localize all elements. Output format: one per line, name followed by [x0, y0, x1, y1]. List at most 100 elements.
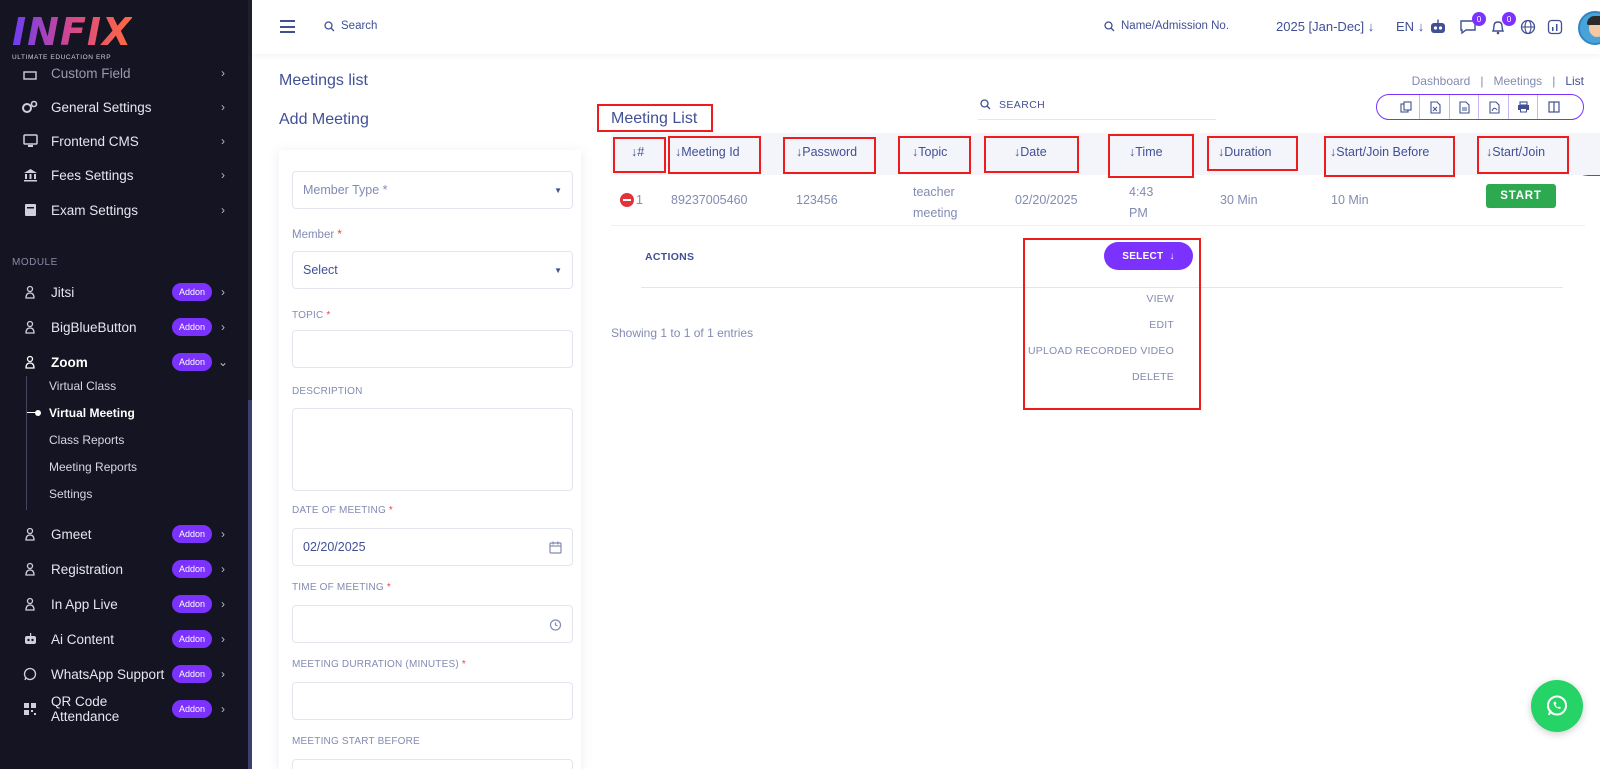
topic-input[interactable]: [292, 330, 573, 368]
sidebar-item-jitsi[interactable]: Jitsi Addon ›: [0, 277, 248, 307]
table-search[interactable]: SEARCH: [978, 90, 1216, 120]
caret-down-icon: ▼: [554, 265, 562, 275]
sidebar-item-registration[interactable]: Registration Addon ›: [0, 554, 248, 584]
chevron-right-icon: ›: [221, 562, 225, 576]
sidebar-item-zoom[interactable]: Zoom Addon ⌄: [0, 347, 248, 377]
globe-icon[interactable]: [1518, 17, 1538, 37]
required-mark: *: [386, 582, 391, 593]
columns-icon[interactable]: [1540, 95, 1568, 119]
add-meeting-form: Member Type * ▼ Member * Select ▼ TOPIC …: [279, 150, 581, 769]
sidebar-item-general-settings[interactable]: General Settings ›: [0, 92, 248, 122]
notifications-badge: 0: [1502, 12, 1516, 26]
addon-badge: Addon: [171, 595, 212, 613]
whatsapp-icon: [22, 666, 38, 682]
print-icon[interactable]: [1510, 95, 1539, 119]
sidebar-item-whatsapp-support[interactable]: WhatsApp Support Addon ›: [0, 659, 248, 689]
chevron-right-icon: ›: [221, 702, 225, 716]
menu-toggle-icon[interactable]: [280, 20, 295, 33]
addon-badge: Addon: [171, 630, 212, 648]
language-selector[interactable]: EN ↓: [1396, 19, 1424, 34]
search-icon: [1104, 20, 1115, 31]
pdf-icon[interactable]: [1481, 95, 1509, 119]
whatsapp-chat-button[interactable]: [1531, 680, 1583, 732]
sidebar-item-bigbluebutton[interactable]: BigBlueButton Addon ›: [0, 312, 248, 342]
clock-icon[interactable]: [549, 618, 562, 631]
sidebar-item-ai-content[interactable]: Ai Content Addon ›: [0, 624, 248, 654]
session-selector[interactable]: 2025 [Jan-Dec] ↓: [1276, 19, 1374, 34]
date-input[interactable]: 02/20/2025: [292, 528, 573, 566]
excel-icon[interactable]: [1422, 95, 1450, 119]
sidebar-item-label: WhatsApp Support: [51, 666, 165, 682]
start-before-input[interactable]: [292, 759, 573, 769]
breadcrumb-separator: |: [1552, 74, 1556, 88]
sidebar-item-label: General Settings: [51, 99, 152, 115]
chevron-right-icon: ›: [221, 168, 225, 182]
whatsapp-icon: [1547, 695, 1567, 716]
sidebar-item-label: Ai Content: [51, 631, 115, 647]
highlight-box: [898, 136, 971, 174]
member-type-select[interactable]: Member Type * ▼: [292, 171, 573, 209]
session-value: 2025 [Jan-Dec]: [1276, 19, 1365, 34]
submenu-virtual-class[interactable]: Virtual Class: [49, 379, 116, 393]
calendar-icon[interactable]: [549, 541, 562, 554]
csv-icon[interactable]: [1451, 95, 1480, 119]
copy-icon[interactable]: [1392, 95, 1421, 119]
highlight-box: [668, 136, 761, 174]
sidebar-item-in-app-live[interactable]: In App Live Addon ›: [0, 589, 248, 619]
sidebar-item-label: BigBlueButton: [51, 319, 137, 335]
sidebar-item-label: QR Code Attendance: [51, 694, 120, 724]
submenu-settings[interactable]: Settings: [49, 487, 92, 501]
student-search[interactable]: Name/Admission No.: [1104, 20, 1229, 32]
addon-badge: Addon: [171, 700, 212, 718]
time-input[interactable]: [292, 605, 573, 643]
sidebar-item-exam-settings[interactable]: Exam Settings ›: [0, 195, 248, 225]
sidebar-item-gmeet[interactable]: Gmeet Addon ›: [0, 519, 248, 549]
user-badge-icon: [22, 561, 38, 577]
top-header: Search Name/Admission No. 2025 [Jan-Dec]…: [252, 0, 1600, 54]
date-label-text: DATE OF MEETING: [292, 505, 386, 516]
member-select[interactable]: Select ▼: [292, 251, 573, 289]
duration-input[interactable]: [292, 682, 573, 720]
chevron-right-icon: ›: [221, 320, 225, 334]
app-logo[interactable]: INFIX ULTIMATE EDUCATION ERP: [12, 12, 132, 61]
bell-icon[interactable]: 0: [1488, 12, 1516, 37]
breadcrumb-meetings[interactable]: Meetings: [1493, 74, 1542, 88]
entries-info: Showing 1 to 1 of 1 entries: [611, 326, 754, 340]
addon-badge: Addon: [171, 525, 212, 543]
page-title: Meetings list: [279, 72, 368, 89]
module-section-label: MODULE: [12, 257, 58, 268]
sidebar-item-custom-field[interactable]: Custom Field ›: [0, 58, 248, 88]
highlight-box: [1108, 134, 1194, 178]
sidebar-scrollbar[interactable]: [248, 0, 252, 769]
description-textarea[interactable]: [292, 408, 573, 491]
sidebar-item-frontend-cms[interactable]: Frontend CMS ›: [0, 126, 248, 156]
scrollbar-thumb[interactable]: [248, 400, 252, 769]
message-icon[interactable]: 0: [1458, 12, 1486, 37]
breadcrumb-separator: |: [1480, 74, 1484, 88]
breadcrumb-list: List: [1565, 74, 1584, 88]
submenu-meeting-reports[interactable]: Meeting Reports: [49, 460, 137, 474]
topic-line: meeting: [913, 206, 958, 220]
addon-badge: Addon: [171, 283, 212, 301]
start-meeting-button[interactable]: START: [1486, 184, 1556, 208]
highlight-box: [613, 137, 666, 173]
report-icon[interactable]: [1545, 17, 1565, 37]
sidebar-item-qr-code-attendance[interactable]: QR Code Attendance Addon ›: [0, 694, 248, 724]
robot-icon: [22, 631, 38, 647]
submenu-class-reports[interactable]: Class Reports: [49, 433, 124, 447]
robot-icon[interactable]: [1428, 17, 1448, 37]
chevron-right-icon: ›: [221, 285, 225, 299]
submenu-virtual-meeting[interactable]: Virtual Meeting: [27, 406, 135, 420]
required-mark: *: [326, 310, 331, 321]
breadcrumb-dashboard[interactable]: Dashboard: [1412, 74, 1471, 88]
member-label-text: Member: [292, 229, 335, 241]
cell-meeting-id: 89237005460: [671, 193, 748, 207]
chevron-down-icon: ⌄: [218, 355, 229, 369]
user-avatar[interactable]: [1578, 11, 1600, 45]
global-search[interactable]: Search: [324, 20, 377, 32]
collapse-row-icon[interactable]: [620, 193, 634, 207]
sidebar-item-label: In App Live: [51, 596, 118, 612]
sidebar-item-fees-settings[interactable]: Fees Settings ›: [0, 160, 248, 190]
member-label: Member *: [292, 229, 342, 241]
search-icon: [980, 99, 991, 110]
